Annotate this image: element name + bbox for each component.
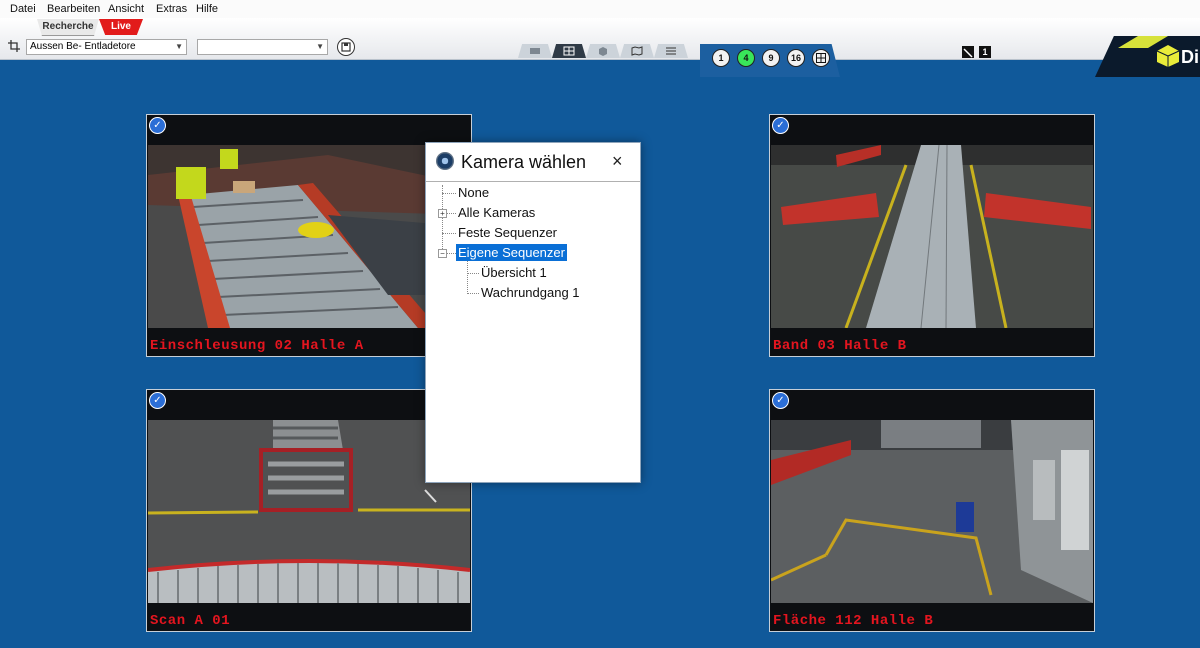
logo-text: Di xyxy=(1181,47,1199,67)
tree-line xyxy=(467,273,479,274)
camera-select-dialog: Kamera wählen × + − None Alle Kameras Fe… xyxy=(425,142,641,483)
save-icon[interactable] xyxy=(337,38,355,56)
tree-item-patrol[interactable]: Wachrundgang 1 xyxy=(481,284,580,301)
camera-feed xyxy=(148,420,470,603)
camera-feed xyxy=(148,145,470,328)
dialog-title: Kamera wählen xyxy=(461,152,587,172)
view-tab-3d[interactable] xyxy=(586,44,620,58)
check-icon[interactable]: ✓ xyxy=(149,392,166,409)
layout-4-button[interactable]: 4 xyxy=(737,49,755,67)
list-icon xyxy=(666,47,676,55)
tree-item-overview[interactable]: Übersicht 1 xyxy=(481,264,547,281)
site-select[interactable]: Aussen Be- Entladetore ▼ xyxy=(26,39,187,55)
chevron-down-icon: ▼ xyxy=(175,42,183,51)
camera-tile-3[interactable]: ✓ Scan A 01 xyxy=(146,389,472,632)
layout-custom-button[interactable] xyxy=(812,49,830,67)
tree-line xyxy=(442,233,456,234)
map-icon xyxy=(631,46,643,56)
check-icon[interactable]: ✓ xyxy=(149,117,166,134)
menu-hilfe[interactable]: Hilfe xyxy=(196,3,218,15)
camera-icon xyxy=(436,152,454,170)
menu-extras[interactable]: Extras xyxy=(156,3,187,15)
view-tab-list[interactable] xyxy=(654,44,688,58)
close-icon[interactable]: × xyxy=(612,151,623,172)
secondary-select[interactable]: ▼ xyxy=(197,39,328,55)
tree-line xyxy=(467,261,468,294)
camera-feed xyxy=(771,145,1093,328)
layout-9-button[interactable]: 9 xyxy=(762,49,780,67)
cube-logo-icon xyxy=(1156,45,1180,67)
monitor-icon xyxy=(530,48,540,54)
layout-1-button[interactable]: 1 xyxy=(712,49,730,67)
camera-tile-2[interactable]: ✓ Band 03 Halle B xyxy=(769,114,1095,357)
tree-line xyxy=(442,193,456,194)
camera-tile-1[interactable]: ✓ Einschleusung 02 Halle A xyxy=(146,114,472,357)
camera-tile-4[interactable]: ✓ Fläche 112 Halle B xyxy=(769,389,1095,632)
menu-bar: Datei Bearbeiten Ansicht Extras Hilfe xyxy=(0,0,1200,18)
collapse-icon[interactable]: − xyxy=(438,249,447,258)
expand-icon[interactable]: + xyxy=(438,209,447,218)
camera-label: Band 03 Halle B xyxy=(773,338,907,354)
custom-layout-icon xyxy=(816,53,826,63)
camera-feed xyxy=(771,420,1093,603)
tree-item-fixed-sequencer[interactable]: Feste Sequenzer xyxy=(458,224,557,241)
view-tab-map[interactable] xyxy=(620,44,654,58)
tab-recherche[interactable]: Recherche xyxy=(37,19,99,36)
tree-item-own-sequencer[interactable]: Eigene Sequenzer xyxy=(456,244,567,261)
crop-icon[interactable] xyxy=(8,40,20,52)
menu-ansicht[interactable]: Ansicht xyxy=(108,3,144,15)
tree-line xyxy=(442,185,443,257)
layout-16-button[interactable]: 16 xyxy=(787,49,805,67)
tree-line xyxy=(467,293,479,294)
view-tab-single[interactable] xyxy=(518,44,552,58)
toolbar: Recherche Live Aussen Be- Entladetore ▼ … xyxy=(0,18,1200,77)
camera-label: Einschleusung 02 Halle A xyxy=(150,338,364,354)
check-icon[interactable]: ✓ xyxy=(772,392,789,409)
camera-label: Scan A 01 xyxy=(150,613,231,629)
view-tab-grid[interactable] xyxy=(552,44,586,58)
check-icon[interactable]: ✓ xyxy=(772,117,789,134)
tab-live[interactable]: Live xyxy=(99,19,143,35)
camera-label: Fläche 112 Halle B xyxy=(773,613,934,629)
chevron-down-icon: ▼ xyxy=(316,42,324,51)
site-select-value: Aussen Be- Entladetore xyxy=(30,41,136,52)
menu-bearbeiten[interactable]: Bearbeiten xyxy=(47,3,100,15)
dialog-header: Kamera wählen × xyxy=(426,143,640,182)
tree-item-none[interactable]: None xyxy=(458,184,489,201)
tree-item-all-cameras[interactable]: Alle Kameras xyxy=(458,204,535,221)
grid-icon xyxy=(563,46,575,56)
indicator-count: 1 xyxy=(979,46,991,58)
cube-icon xyxy=(599,47,607,56)
menu-datei[interactable]: Datei xyxy=(10,3,36,15)
no-signal-icon[interactable] xyxy=(962,46,974,58)
